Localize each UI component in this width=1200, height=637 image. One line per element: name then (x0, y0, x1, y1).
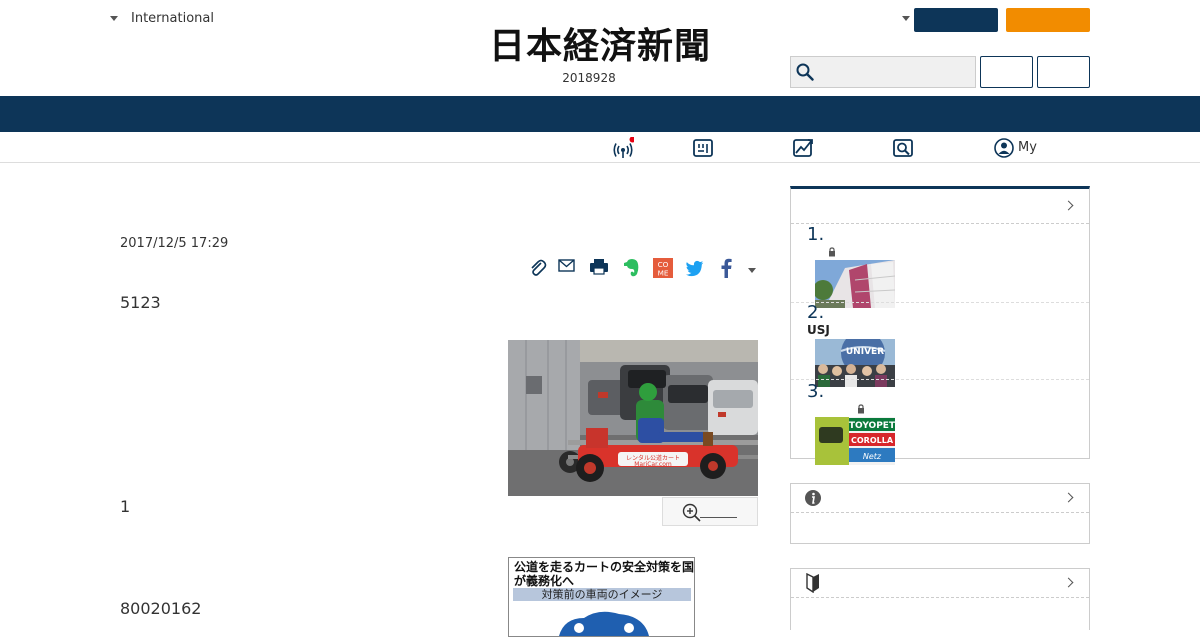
site-logo[interactable]: 日本経済新聞 (450, 24, 750, 68)
market-chart-icon[interactable] (792, 137, 814, 159)
header-date: 2018928 (562, 71, 616, 85)
ranking-header-divider (791, 223, 1089, 224)
article-photo-kart[interactable]: レンタル公道カート MariCar.com (508, 340, 758, 496)
netz-sign: Netz (863, 452, 882, 461)
article-datetime: 2017/12/5 17:29 (120, 236, 229, 251)
ranking-headline-2[interactable]: USJ (807, 323, 830, 337)
more-share-caret-icon[interactable] (748, 268, 756, 273)
account-caret-icon[interactable] (902, 16, 910, 21)
ranking-number-1: 1. (807, 224, 825, 245)
ranking-divider-1 (791, 302, 1089, 303)
zoom-caption-line (700, 517, 737, 518)
article-graphic[interactable]: 公道を走るカートの安全対策を国が義務化へ 対策前の車両のイメージ (508, 557, 695, 637)
lock-icon (858, 404, 864, 414)
photo-zoom-bar[interactable] (662, 497, 758, 526)
search-button[interactable] (980, 56, 1033, 88)
zoom-in-icon[interactable] (682, 503, 702, 523)
ranking-thumbnail-3[interactable]: TOYOPET COROLLA Netz (815, 417, 895, 465)
newspaper-icon[interactable] (692, 137, 714, 159)
my-page-label[interactable]: My (1018, 140, 1037, 155)
kart-sign-2: MariCar.com (634, 461, 672, 468)
ranking-number-2: 2. (807, 302, 825, 323)
info-box (790, 483, 1090, 544)
lock-icon (829, 247, 835, 257)
article-paragraph-2: 1 (120, 497, 131, 516)
subscribe-button[interactable] (1006, 8, 1090, 32)
twitter-icon[interactable] (685, 257, 705, 279)
kart-illustration (559, 611, 649, 636)
corolla-sign: COROLLA (851, 436, 894, 445)
mail-icon[interactable] (557, 257, 577, 279)
detail-search-button[interactable] (1037, 56, 1090, 88)
print-icon[interactable] (589, 257, 609, 279)
evernote-icon[interactable] (622, 257, 642, 279)
beginner-mark-icon (806, 573, 819, 593)
comemo-icon[interactable]: CO ME (653, 257, 673, 279)
search-input[interactable] (790, 56, 976, 88)
edition-selector[interactable]: International (110, 11, 214, 26)
article-paragraph-3: 80020162 (120, 599, 202, 618)
facebook-icon[interactable] (717, 257, 737, 279)
login-button[interactable] (914, 8, 998, 32)
article-paragraph-1: 5123 (120, 293, 161, 312)
ranking-number-3: 3. (807, 381, 825, 402)
info-icon (805, 490, 821, 506)
ranking-thumbnail-1[interactable] (815, 260, 895, 308)
search-icon[interactable] (796, 63, 814, 81)
graphic-title: 公道を走るカートの安全対策を国が義務化へ (514, 560, 695, 588)
caret-down-icon (110, 16, 118, 21)
clip-icon[interactable] (527, 257, 547, 279)
edition-label: International (131, 11, 214, 26)
universal-sign: UNIVER (846, 347, 884, 357)
main-navigation (0, 96, 1200, 132)
beginner-divider (791, 597, 1089, 598)
beginner-box (790, 568, 1090, 630)
user-icon[interactable] (993, 137, 1015, 159)
search-news-icon[interactable] (892, 137, 914, 159)
ranking-divider-2 (791, 379, 1089, 380)
toyopet-sign: TOYOPET (849, 421, 895, 431)
svg-text:ME: ME (658, 268, 669, 277)
info-divider (791, 512, 1089, 513)
live-broadcast-icon[interactable] (612, 137, 634, 159)
graphic-subtitle: 対策前の車両のイメージ (513, 588, 691, 601)
